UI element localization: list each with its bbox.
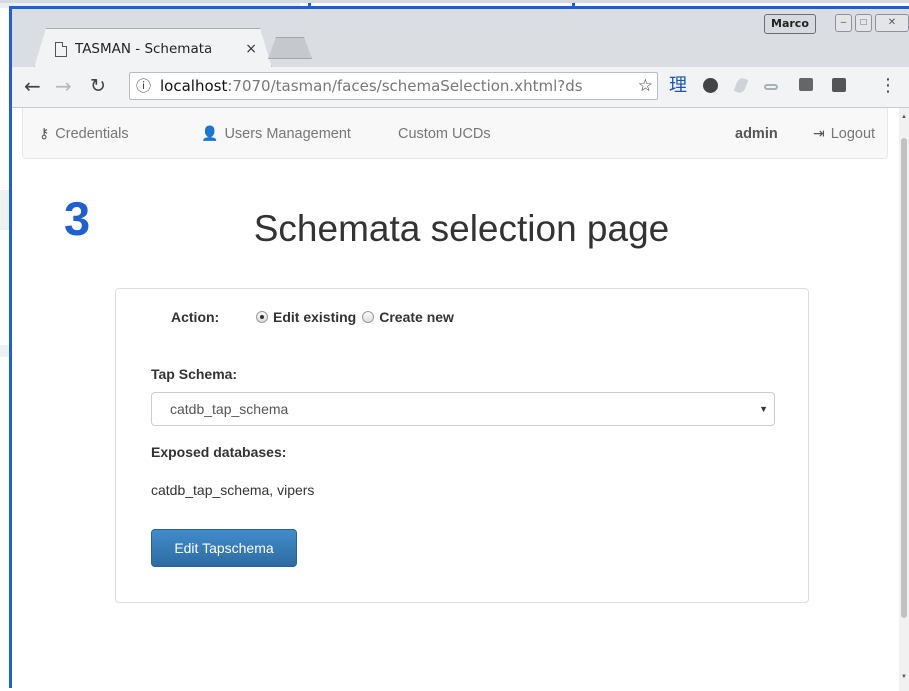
reload-icon[interactable]: ↻ <box>90 75 106 97</box>
page-icon <box>55 42 67 57</box>
nav-logout[interactable]: ⇥ Logout <box>813 108 875 159</box>
nav-logout-label: Logout <box>830 125 876 142</box>
vertical-scrollbar[interactable]: ▲ ▼ <box>899 108 909 691</box>
tab-close-icon[interactable]: × <box>245 41 257 57</box>
page-title: Schemata selection page <box>253 208 670 249</box>
tap-schema-label: Tap Schema: <box>151 366 238 382</box>
url-path: :7070/tasman/faces/schemaSelection.xhtml… <box>227 77 583 95</box>
page-viewport: ⚷ Credentials 👤 Users Management Custom … <box>12 108 899 691</box>
tab-strip: TASMAN - Schemata × Marco – □ ✕ <box>12 9 909 67</box>
exposed-databases-label: Exposed databases: <box>151 444 287 460</box>
address-bar[interactable]: ⓘ localhost:7070/tasman/faces/schemaSele… <box>129 72 658 100</box>
minimize-button[interactable]: – <box>835 14 852 32</box>
radio-create-new-label[interactable]: Create new <box>379 309 454 325</box>
tab-title: TASMAN - Schemata <box>75 41 213 57</box>
exposed-databases-value: catdb_tap_schema, vipers <box>151 482 315 498</box>
nav-custom-ucds[interactable]: Custom UCDs <box>398 108 491 159</box>
nav-custom-ucds-label: Custom UCDs <box>398 125 491 142</box>
extension-bulb-icon[interactable] <box>832 78 846 92</box>
info-icon[interactable]: ⓘ <box>136 73 151 99</box>
browser-tab-active[interactable]: TASMAN - Schemata × <box>34 28 272 68</box>
url-host: localhost <box>160 77 228 95</box>
url-text: localhost:7070/tasman/faces/schemaSelect… <box>160 73 631 99</box>
nav-users-management[interactable]: 👤 Users Management <box>201 108 351 159</box>
radio-edit-existing-label[interactable]: Edit existing <box>273 309 356 325</box>
logout-icon: ⇥ <box>813 125 825 141</box>
app-navbar: ⚷ Credentials 👤 Users Management Custom … <box>22 108 888 159</box>
tap-schema-selected-value: catdb_tap_schema <box>170 401 289 417</box>
edit-tapschema-button[interactable]: Edit Tapschema <box>151 529 297 567</box>
nav-credentials-label: Credentials <box>55 125 129 142</box>
scrollbar-thumb[interactable] <box>901 138 907 618</box>
browser-menu-icon[interactable]: ⋮ <box>879 75 897 97</box>
background-window-edge <box>0 190 9 230</box>
close-window-button[interactable]: ✕ <box>875 14 909 32</box>
nav-credentials[interactable]: ⚷ Credentials <box>39 108 129 159</box>
radio-create-new[interactable] <box>362 311 375 323</box>
extension-link-icon[interactable] <box>764 84 778 90</box>
extension-feather-icon[interactable] <box>733 76 749 95</box>
bookmark-star-icon[interactable]: ☆ <box>638 73 653 99</box>
scroll-down-icon[interactable]: ▼ <box>901 674 907 680</box>
maximize-button[interactable]: □ <box>855 14 872 32</box>
extension-translate-icon[interactable]: 理 <box>669 75 687 97</box>
forward-arrow-icon[interactable]: → <box>55 75 72 97</box>
tap-schema-select[interactable]: catdb_tap_schema ▼ <box>151 392 775 426</box>
extension-circle-icon[interactable] <box>703 78 718 93</box>
browser-toolbar: ← → ↻ ⓘ localhost:7070/tasman/faces/sche… <box>12 67 909 108</box>
scroll-up-icon[interactable]: ▲ <box>901 114 907 120</box>
schema-selection-panel: Action: Edit existing Create new Tap Sch… <box>115 288 809 603</box>
background-window-border <box>0 0 909 3</box>
radio-edit-existing[interactable] <box>256 311 268 323</box>
nav-users-management-label: Users Management <box>224 125 351 142</box>
action-label: Action: <box>171 309 220 325</box>
key-icon: ⚷ <box>39 125 50 141</box>
new-tab-button[interactable] <box>268 37 312 59</box>
logged-in-user: admin <box>735 125 778 142</box>
background-window-edge <box>0 345 9 357</box>
user-icon: 👤 <box>201 125 219 141</box>
extension-box-icon[interactable] <box>799 78 813 91</box>
browser-window: TASMAN - Schemata × Marco – □ ✕ ← → ↻ ⓘ … <box>9 6 909 691</box>
chevron-down-icon: ▼ <box>759 404 768 414</box>
profile-button[interactable]: Marco <box>764 14 816 34</box>
back-arrow-icon[interactable]: ← <box>24 75 41 97</box>
action-radio-group: Edit existing Create new <box>256 309 460 325</box>
